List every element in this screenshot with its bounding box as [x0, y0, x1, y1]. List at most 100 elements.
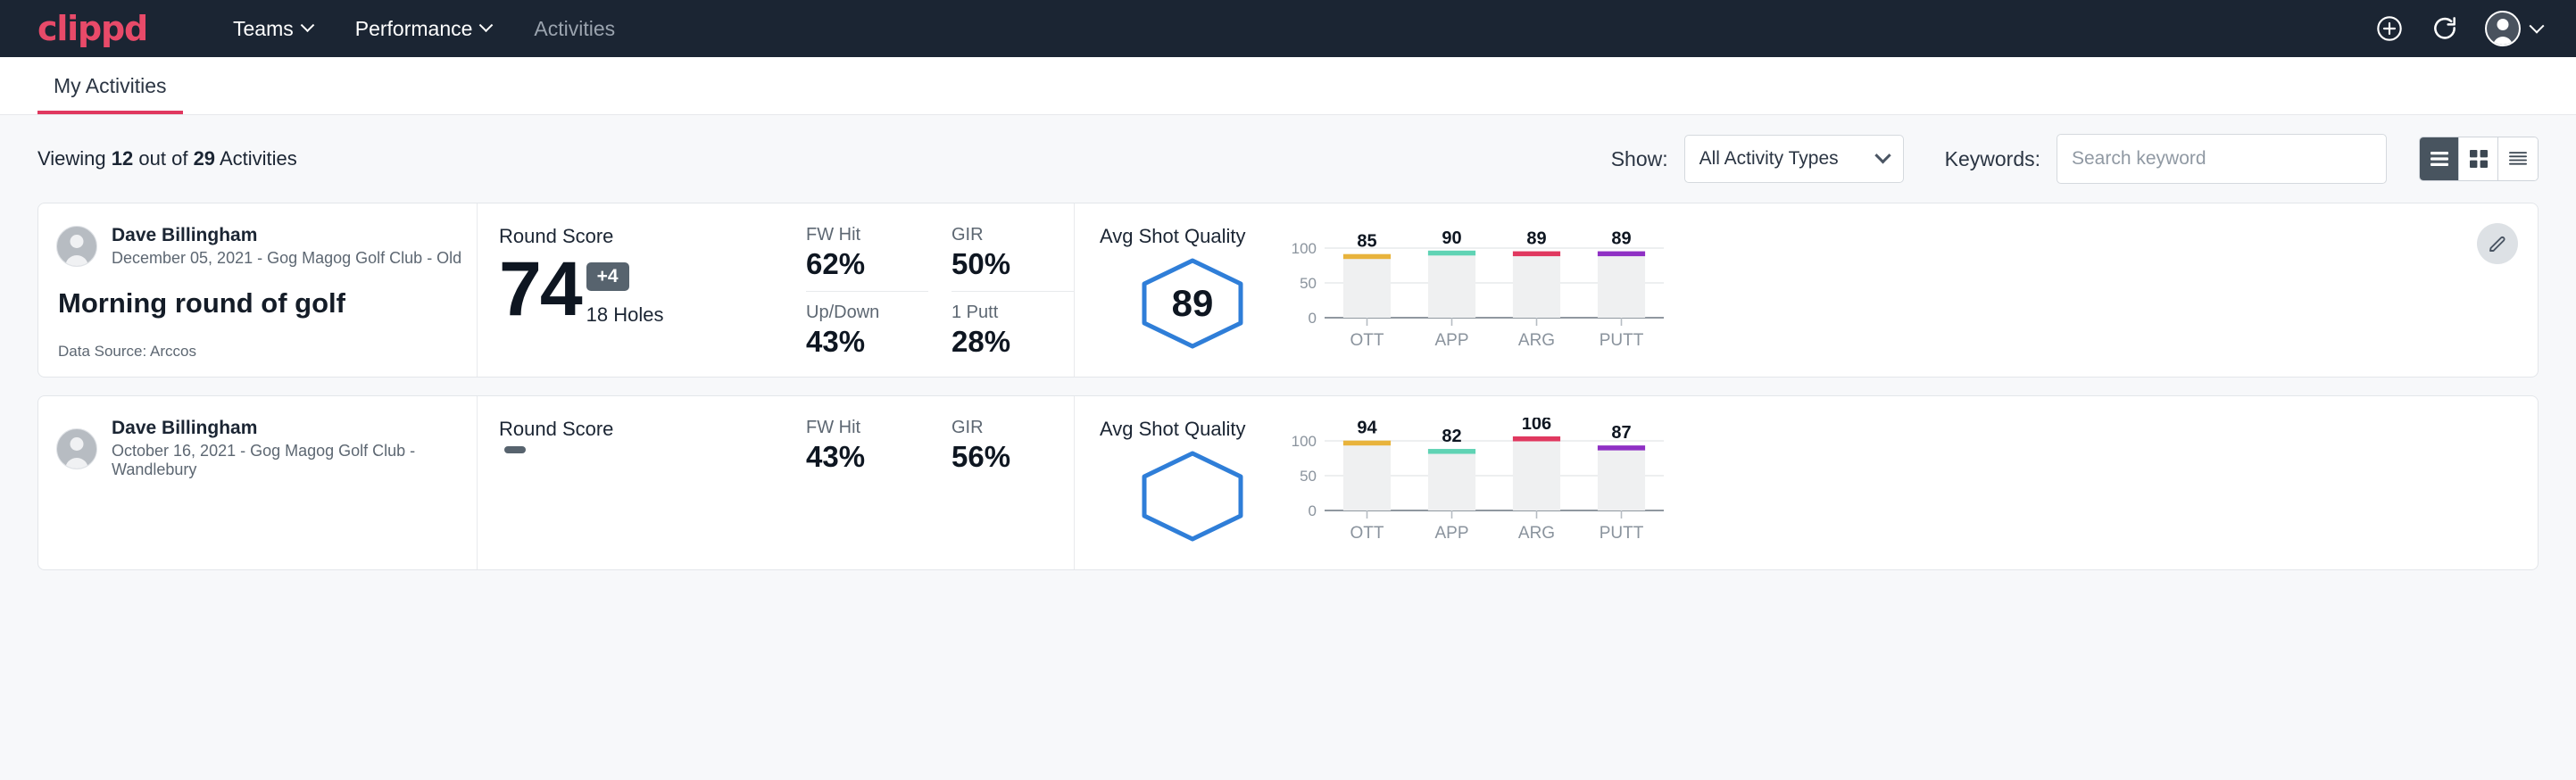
nav-item-performance-label: Performance: [355, 17, 473, 41]
activity-title: Morning round of golf: [58, 287, 477, 319]
chevron-down-icon: [2530, 19, 2545, 34]
nav-item-teams[interactable]: Teams: [212, 17, 334, 41]
svg-text:PUTT: PUTT: [1600, 331, 1644, 350]
round-score-row: 74 +4 18 Holes: [499, 253, 806, 327]
holes-count: 18 Holes: [586, 303, 664, 327]
stat-gir: GIR 50%: [951, 225, 1074, 281]
round-score-section: Round Score: [478, 396, 806, 569]
stat-value: 28%: [951, 325, 1074, 359]
svg-text:50: 50: [1300, 275, 1317, 292]
score-differential-badge: +4: [586, 262, 629, 291]
avg-shot-quality-value: 89: [1172, 282, 1214, 325]
svg-text:85: 85: [1357, 232, 1376, 252]
round-score-label: Round Score: [499, 418, 806, 441]
stat-label: FW Hit: [806, 225, 928, 245]
stat-1-putt: 1 Putt 28%: [951, 291, 1074, 359]
round-score-value: 74: [499, 253, 581, 327]
stat-value: 43%: [806, 440, 928, 474]
avg-shot-quality: Avg Shot Quality 89: [1075, 225, 1285, 350]
nav-item-teams-label: Teams: [233, 17, 294, 41]
svg-text:OTT: OTT: [1350, 331, 1384, 350]
viewing-prefix: Viewing: [37, 147, 106, 170]
stat-up-down: Up/Down 43%: [806, 291, 928, 359]
primary-nav: Teams Performance Activities: [212, 17, 636, 41]
view-mode-compact-button[interactable]: [2498, 137, 2538, 180]
svg-text:89: 89: [1611, 229, 1631, 249]
avg-shot-quality-hexagon: 89: [1140, 257, 1245, 350]
activity-meta: October 16, 2021 - Gog Magog Golf Club -…: [112, 442, 477, 479]
avg-shot-quality-hexagon: [1140, 450, 1245, 543]
svg-text:APP: APP: [1434, 524, 1468, 543]
svg-text:0: 0: [1309, 502, 1317, 519]
activity-summary: Dave Billingham December 05, 2021 - Gog …: [38, 203, 478, 377]
activity-meta: December 05, 2021 - Gog Magog Golf Club …: [112, 249, 461, 268]
keywords-label: Keywords:: [1945, 147, 2040, 171]
filter-bar: Viewing 12 out of 29 Activities Show: Al…: [0, 115, 2576, 203]
tab-bar: My Activities: [0, 57, 2576, 115]
svg-text:PUTT: PUTT: [1600, 524, 1644, 543]
activity-author: Dave Billingham December 05, 2021 - Gog …: [56, 225, 477, 268]
stat-fw-hit: FW Hit 43%: [806, 418, 928, 474]
avatar: [2485, 11, 2521, 46]
viewing-mid: out of: [138, 147, 187, 170]
activity-card-list: Dave Billingham December 05, 2021 - Gog …: [0, 203, 2576, 570]
svg-text:94: 94: [1357, 419, 1377, 438]
chevron-down-icon: [479, 18, 494, 32]
round-score-row: [499, 446, 806, 466]
filter-controls: Show: All Activity Types Keywords:: [1611, 134, 2539, 184]
search-input[interactable]: [2057, 134, 2387, 184]
shot-quality-chart-2: 05010094OTT82APP106ARG87PUTT: [1285, 418, 2538, 549]
stat-value: 50%: [951, 247, 1074, 281]
clippd-logo[interactable]: clippd: [37, 12, 147, 46]
shot-quality-section: Avg Shot Quality 05010094OTT82APP106ARG8…: [1074, 396, 2538, 569]
nav-actions: [2374, 11, 2542, 46]
tab-my-activities[interactable]: My Activities: [37, 74, 183, 114]
activity-card[interactable]: Dave Billingham October 16, 2021 - Gog M…: [37, 395, 2539, 570]
stat-value: 62%: [806, 247, 928, 281]
svg-text:100: 100: [1292, 433, 1317, 450]
nav-item-activities[interactable]: Activities: [512, 17, 636, 41]
stat-label: GIR: [951, 418, 1074, 438]
view-mode-list-button[interactable]: [2420, 137, 2459, 180]
score-differential-badge: [504, 446, 526, 453]
activity-card[interactable]: Dave Billingham December 05, 2021 - Gog …: [37, 203, 2539, 378]
refresh-icon[interactable]: [2430, 13, 2460, 44]
stat-label: FW Hit: [806, 418, 928, 438]
show-label: Show:: [1611, 147, 1668, 171]
nav-item-performance[interactable]: Performance: [334, 17, 513, 41]
author-name: Dave Billingham: [112, 418, 477, 439]
avg-shot-quality-label: Avg Shot Quality: [1100, 418, 1285, 441]
edit-activity-button[interactable]: [2477, 223, 2518, 264]
activity-type-select[interactable]: All Activity Types: [1684, 135, 1904, 183]
svg-text:APP: APP: [1434, 331, 1468, 350]
svg-text:106: 106: [1522, 418, 1551, 434]
view-mode-toggle: [2419, 137, 2539, 181]
svg-text:ARG: ARG: [1518, 331, 1555, 350]
plus-circle-icon[interactable]: [2374, 13, 2405, 44]
viewing-summary: Viewing 12 out of 29 Activities: [37, 147, 297, 170]
stat-label: Up/Down: [806, 303, 928, 323]
stat-fw-hit: FW Hit 62%: [806, 225, 928, 281]
avg-shot-quality-label: Avg Shot Quality: [1100, 225, 1285, 248]
avatar: [56, 226, 97, 267]
stat-label: 1 Putt: [951, 303, 1074, 323]
viewing-count: 12: [112, 147, 133, 170]
stat-value: 56%: [951, 440, 1074, 474]
stat-gir: GIR 56%: [951, 418, 1074, 474]
chevron-down-icon: [300, 18, 314, 32]
activity-type-select-value: All Activity Types: [1699, 148, 1839, 170]
chevron-down-icon: [1874, 147, 1890, 163]
round-score-section: Round Score 74 +4 18 Holes: [478, 203, 806, 377]
view-mode-grid-button[interactable]: [2459, 137, 2498, 180]
svg-text:OTT: OTT: [1350, 524, 1384, 543]
svg-text:ARG: ARG: [1518, 524, 1555, 543]
account-menu[interactable]: [2485, 11, 2542, 46]
viewing-suffix: Activities: [220, 147, 297, 170]
round-score-label: Round Score: [499, 225, 806, 248]
svg-text:100: 100: [1292, 240, 1317, 257]
svg-text:0: 0: [1309, 310, 1317, 327]
author-name: Dave Billingham: [112, 225, 461, 246]
avg-shot-quality: Avg Shot Quality: [1075, 418, 1285, 543]
svg-text:50: 50: [1300, 468, 1317, 485]
viewing-total: 29: [194, 147, 215, 170]
